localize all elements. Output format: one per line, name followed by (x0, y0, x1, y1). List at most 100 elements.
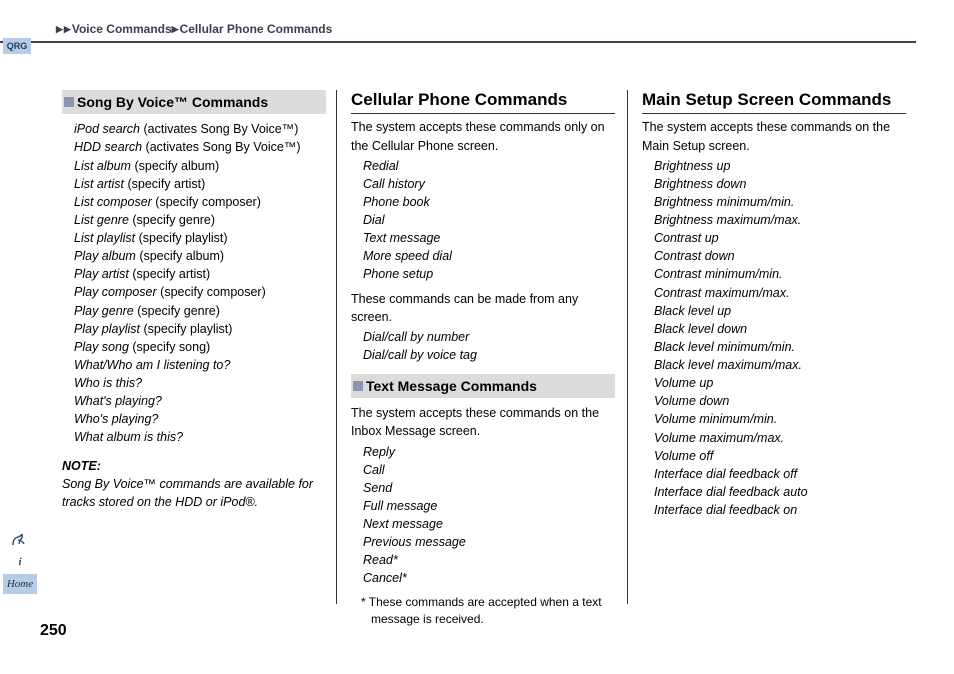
command-item: Call history (363, 175, 615, 193)
command-item: Full message (363, 497, 615, 515)
info-icon[interactable]: i (3, 552, 37, 572)
square-icon (353, 381, 363, 391)
command-note: (specify album) (131, 159, 219, 173)
command-item: Play genre (specify genre) (74, 302, 326, 320)
command-item: Cancel* (363, 569, 615, 587)
square-icon (64, 97, 74, 107)
command-item: Who's playing? (74, 410, 326, 428)
command-item: Dial/call by number (363, 328, 615, 346)
command-name: List artist (74, 177, 124, 191)
command-item: What album is this? (74, 428, 326, 446)
command-name: Play song (74, 340, 129, 354)
triangle-icon: ▶ (172, 24, 179, 34)
column-3: Main Setup Screen Commands The system ac… (628, 90, 916, 604)
breadcrumb: ▶▶Voice Commands▶Cellular Phone Commands (56, 22, 916, 39)
command-note: (activates Song By Voice™) (142, 140, 300, 154)
command-item: Black level maximum/max. (654, 356, 906, 374)
footnote: * These commands are accepted when a tex… (355, 594, 615, 629)
command-item: Reply (363, 443, 615, 461)
command-item: Brightness minimum/min. (654, 193, 906, 211)
command-name: List playlist (74, 231, 135, 245)
command-item: Play composer (specify composer) (74, 283, 326, 301)
section-song-by-voice: Song By Voice™ Commands (62, 90, 326, 114)
command-item: Text message (363, 229, 615, 247)
command-item: Previous message (363, 533, 615, 551)
crumb-2[interactable]: Cellular Phone Commands (180, 22, 333, 36)
home-icon[interactable]: Home (3, 574, 37, 594)
command-item: Volume maximum/max. (654, 429, 906, 447)
command-item: Volume minimum/min. (654, 410, 906, 428)
command-item: Dial (363, 211, 615, 229)
command-item: Play album (specify album) (74, 247, 326, 265)
command-item: Black level minimum/min. (654, 338, 906, 356)
command-note: (specify artist) (124, 177, 205, 191)
command-item: Who is this? (74, 374, 326, 392)
crumb-1[interactable]: Voice Commands (72, 22, 172, 36)
command-item: Phone setup (363, 265, 615, 283)
command-list: iPod search (activates Song By Voice™)HD… (62, 120, 326, 446)
command-note: (specify composer) (157, 285, 266, 299)
content-columns: Song By Voice™ Commands iPod search (act… (54, 90, 916, 604)
command-name: Play composer (74, 285, 157, 299)
command-item: Black level down (654, 320, 906, 338)
section-text-message: Text Message Commands (351, 374, 615, 398)
page-number: 250 (40, 622, 67, 640)
command-note: (specify genre) (129, 213, 215, 227)
triangle-icon: ▶ (56, 24, 63, 34)
command-name: Play playlist (74, 322, 140, 336)
note-text: Song By Voice™ commands are available fo… (62, 477, 313, 509)
qrg-tab[interactable]: QRG (3, 38, 31, 54)
command-name: Play artist (74, 267, 129, 281)
command-item: What's playing? (74, 392, 326, 410)
command-item: Contrast up (654, 229, 906, 247)
command-name: HDD search (74, 140, 142, 154)
command-name: What/Who am I listening to? (74, 358, 230, 372)
command-note: (specify playlist) (135, 231, 227, 245)
note-label: NOTE: (62, 459, 101, 473)
command-name: Play album (74, 249, 136, 263)
sub-intro: The system accepts these commands on the… (351, 404, 615, 440)
command-item: Play song (specify song) (74, 338, 326, 356)
column-2: Cellular Phone Commands The system accep… (336, 90, 628, 604)
command-item: iPod search (activates Song By Voice™) (74, 120, 326, 138)
heading-cellular: Cellular Phone Commands (351, 90, 615, 114)
section-title: Text Message Commands (366, 376, 537, 396)
command-name: List album (74, 159, 131, 173)
mid-text: These commands can be made from any scre… (351, 290, 615, 326)
command-item: List album (specify album) (74, 157, 326, 175)
command-item: Brightness down (654, 175, 906, 193)
command-note: (specify artist) (129, 267, 210, 281)
command-item: Contrast down (654, 247, 906, 265)
command-item: Brightness maximum/max. (654, 211, 906, 229)
command-item: List playlist (specify playlist) (74, 229, 326, 247)
command-item: List composer (specify composer) (74, 193, 326, 211)
command-list: RedialCall historyPhone bookDialText mes… (363, 157, 615, 284)
command-item: Contrast minimum/min. (654, 265, 906, 283)
command-item: Volume up (654, 374, 906, 392)
command-item: List genre (specify genre) (74, 211, 326, 229)
command-name: Who's playing? (74, 412, 158, 426)
command-item: HDD search (activates Song By Voice™) (74, 138, 326, 156)
command-item: Interface dial feedback on (654, 501, 906, 519)
side-icons: i Home (3, 530, 37, 596)
command-item: Volume down (654, 392, 906, 410)
command-item: Phone book (363, 193, 615, 211)
command-list: Brightness upBrightness downBrightness m… (654, 157, 906, 520)
command-list: ReplyCallSendFull messageNext messagePre… (363, 443, 615, 588)
command-item: Volume off (654, 447, 906, 465)
command-item: Interface dial feedback auto (654, 483, 906, 501)
command-item: Next message (363, 515, 615, 533)
command-item: Brightness up (654, 157, 906, 175)
command-item: Play playlist (specify playlist) (74, 320, 326, 338)
command-name: iPod search (74, 122, 140, 136)
command-list: Dial/call by numberDial/call by voice ta… (363, 328, 615, 364)
command-note: (specify song) (129, 340, 210, 354)
command-name: Who is this? (74, 376, 142, 390)
command-note: (specify genre) (134, 304, 220, 318)
section-title: Song By Voice™ Commands (77, 92, 268, 112)
command-name: Play genre (74, 304, 134, 318)
voice-icon[interactable] (3, 530, 37, 550)
command-item: Dial/call by voice tag (363, 346, 615, 364)
command-item: Play artist (specify artist) (74, 265, 326, 283)
command-name: List composer (74, 195, 152, 209)
